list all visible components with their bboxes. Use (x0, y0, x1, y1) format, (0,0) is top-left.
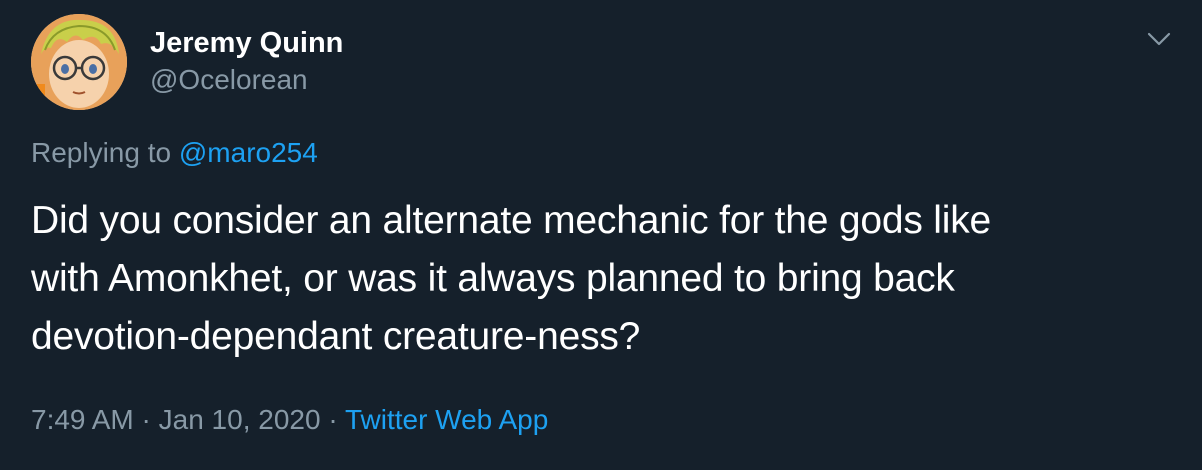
tweet-time[interactable]: 7:49 AM (31, 404, 134, 435)
tweet-source-link[interactable]: Twitter Web App (345, 404, 548, 435)
tweet-date[interactable]: Jan 10, 2020 (159, 404, 321, 435)
author-handle[interactable]: @Ocelorean (150, 64, 308, 96)
tweet-text-line: devotion-dependant creature-ness? (31, 315, 641, 358)
reply-mention-link[interactable]: @maro254 (179, 137, 318, 168)
author-name[interactable]: Jeremy Quinn (150, 27, 343, 59)
tweet-text-line: Did you consider an alternate mechanic f… (31, 199, 992, 242)
meta-separator: · (328, 404, 338, 435)
meta-separator: · (141, 404, 151, 435)
replying-to: Replying to @maro254 (31, 136, 318, 170)
tweet-text-line: with Amonkhet, or was it always planned … (31, 257, 955, 300)
replying-to-label: Replying to (31, 137, 172, 168)
tweet-meta: 7:49 AM · Jan 10, 2020 · Twitter Web App (31, 403, 548, 437)
tweet-card: Jeremy Quinn @Ocelorean Replying to @mar… (0, 0, 1202, 470)
avatar[interactable] (31, 14, 127, 110)
tweet-text: Did you consider an alternate mechanic f… (31, 192, 1171, 366)
avatar-image (31, 14, 127, 110)
chevron-down-icon[interactable] (1144, 24, 1174, 54)
